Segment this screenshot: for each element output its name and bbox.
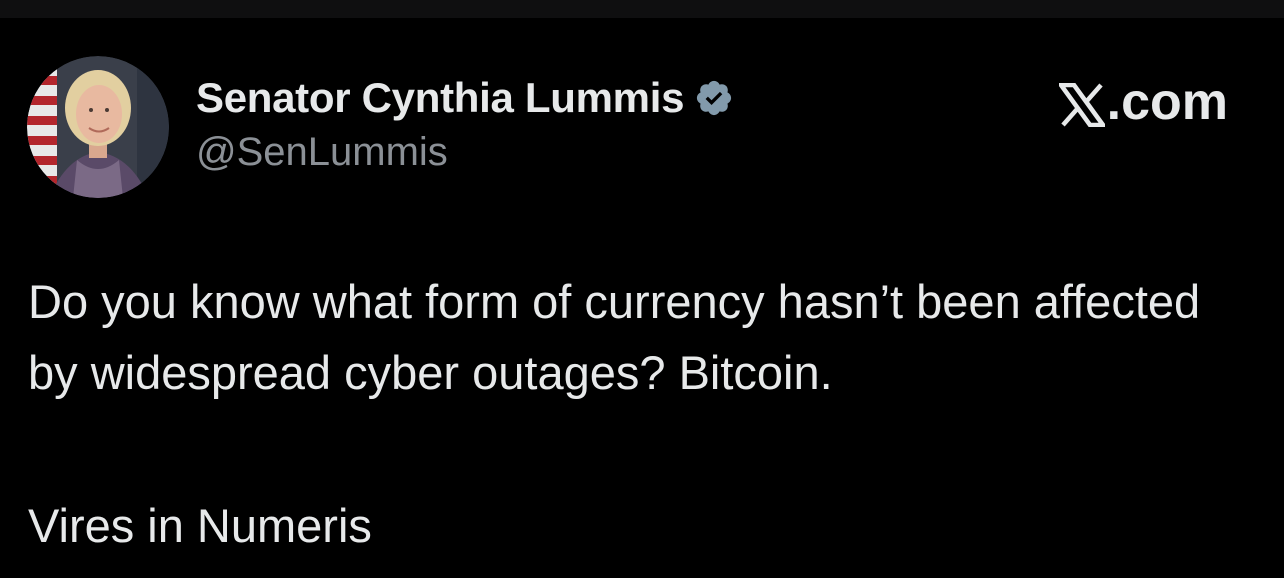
handle[interactable]: @SenLummis: [196, 130, 734, 175]
top-strip: [0, 0, 1284, 18]
tweet-motto: Vires in Numeris: [28, 499, 372, 552]
tweet-text: Do you know what form of currency hasn’t…: [28, 275, 1214, 399]
author-block: Senator Cynthia Lummis @SenLummis: [196, 72, 734, 175]
display-name-row: Senator Cynthia Lummis: [196, 72, 734, 124]
verified-badge-icon: [694, 78, 734, 118]
avatar-photo: [27, 56, 169, 198]
display-name[interactable]: Senator Cynthia Lummis: [196, 74, 684, 122]
brand-watermark: .com: [1056, 72, 1228, 132]
x-logo-icon: [1056, 80, 1108, 128]
brand-suffix: .com: [1106, 73, 1228, 131]
avatar[interactable]: [27, 56, 169, 198]
